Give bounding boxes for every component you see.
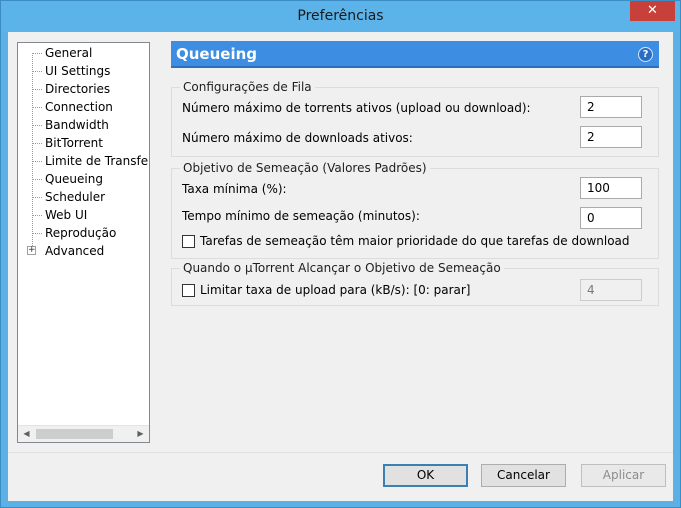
cancel-button[interactable]: Cancelar bbox=[481, 464, 566, 487]
queue-settings-group: Configurações de Fila Número máximo de t… bbox=[171, 80, 659, 157]
max-active-downloads-label: Número máximo de downloads ativos: bbox=[182, 131, 413, 145]
button-separator bbox=[8, 452, 673, 453]
min-seed-time-label: Tempo mínimo de semeação (minutos): bbox=[182, 209, 420, 223]
max-active-downloads-input[interactable]: 2 bbox=[580, 126, 642, 148]
min-seed-time-input[interactable]: 0 bbox=[580, 207, 642, 229]
max-active-torrents-label: Número máximo de torrents ativos (upload… bbox=[182, 101, 531, 115]
max-active-torrents-input[interactable]: 2 bbox=[580, 96, 642, 118]
goal-reached-label: Quando o µTorrent Alcançar o Objetivo de… bbox=[180, 261, 504, 275]
scrollbar-thumb[interactable] bbox=[36, 429, 113, 439]
help-icon[interactable]: ? bbox=[638, 47, 653, 62]
dialog-client: General UI Settings Directories Connecti… bbox=[8, 32, 673, 501]
seeding-goal-group: Objetivo de Semeação (Valores Padrões) T… bbox=[171, 161, 659, 259]
limit-upload-checkbox[interactable] bbox=[182, 284, 195, 297]
seeding-priority-label: Tarefas de semeação têm maior prioridade… bbox=[200, 234, 630, 248]
queue-settings-label: Configurações de Fila bbox=[180, 80, 315, 94]
preferences-window: Preferências ✕ General UI Settings Direc… bbox=[0, 0, 681, 508]
window-title: Preferências bbox=[297, 8, 384, 24]
seeding-goal-label: Objetivo de Semeação (Valores Padrões) bbox=[180, 161, 430, 175]
expand-plus-icon[interactable]: + bbox=[27, 246, 36, 255]
limit-upload-input[interactable]: 4 bbox=[580, 279, 642, 301]
min-ratio-label: Taxa mínima (%): bbox=[182, 182, 287, 196]
tree-line bbox=[32, 53, 33, 252]
seeding-priority-checkbox[interactable] bbox=[182, 235, 195, 248]
settings-tree[interactable]: General UI Settings Directories Connecti… bbox=[17, 42, 150, 443]
scroll-right-arrow-icon[interactable]: ▶ bbox=[132, 426, 149, 442]
scroll-left-arrow-icon[interactable]: ◀ bbox=[18, 426, 35, 442]
tree-horizontal-scrollbar[interactable]: ◀ ▶ bbox=[18, 425, 149, 442]
goal-reached-group: Quando o µTorrent Alcançar o Objetivo de… bbox=[171, 261, 659, 306]
limit-upload-label: Limitar taxa de upload para (kB/s): [0: … bbox=[200, 283, 471, 297]
min-ratio-input[interactable]: 100 bbox=[580, 177, 642, 199]
title-bar: Preferências ✕ bbox=[1, 1, 680, 32]
apply-button[interactable]: Aplicar bbox=[581, 464, 666, 487]
close-icon[interactable]: ✕ bbox=[630, 1, 675, 21]
pane-title: Queueing bbox=[176, 45, 258, 63]
pane-header: Queueing ? bbox=[171, 41, 659, 68]
ok-button[interactable]: OK bbox=[383, 464, 468, 487]
